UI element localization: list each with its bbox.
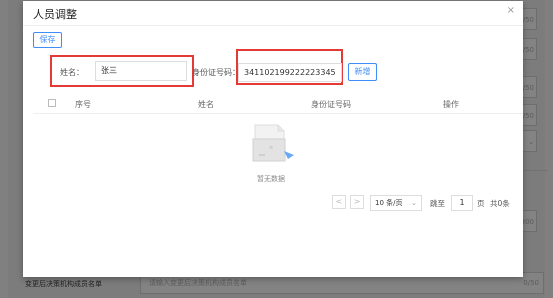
bottom-field-label: 变更后决策机构成员名单	[25, 280, 102, 288]
total-count: 共0条	[490, 199, 510, 208]
column-header-actions: 操作	[443, 100, 459, 109]
table-header: 序号 姓名 身份证号码 操作	[33, 95, 523, 114]
page-size-value: 10 条/页	[375, 199, 403, 207]
bottom-field-placeholder: 请输入变更后决策机构成员名单	[149, 279, 247, 287]
page-suffix-label: 页	[477, 199, 485, 208]
column-header-index: 序号	[75, 100, 91, 109]
person-adjust-dialog: 人员调整 × 保存 姓名： 张三 身份证号码： 3411021992222233…	[23, 1, 523, 277]
empty-data-text: 暂无数据	[257, 175, 285, 183]
save-button[interactable]: 保存	[33, 32, 62, 48]
bottom-field-counter: 0/50	[523, 279, 539, 287]
jump-to-input[interactable]: 1	[451, 195, 473, 211]
select-all-checkbox[interactable]	[48, 99, 56, 107]
id-number-input[interactable]: 341102199222223345	[238, 63, 342, 82]
next-page-button[interactable]: >	[350, 195, 364, 209]
jump-to-label: 跳至	[430, 199, 445, 208]
divider	[23, 25, 523, 26]
chevron-down-icon: ⌄	[528, 138, 534, 146]
empty-data-icon: ≡	[252, 124, 294, 162]
name-input[interactable]: 张三	[95, 61, 187, 81]
chevron-down-icon: ⌄	[411, 199, 417, 207]
page-size-select[interactable]: 10 条/页 ⌄	[370, 195, 422, 211]
prev-page-button[interactable]: <	[332, 195, 346, 209]
close-icon[interactable]: ×	[507, 5, 515, 16]
add-button[interactable]: 新增	[348, 63, 377, 81]
column-header-name: 姓名	[198, 100, 214, 109]
column-header-id-number: 身份证号码	[311, 100, 351, 109]
dialog-title: 人员调整	[33, 8, 77, 21]
name-label: 姓名：	[60, 68, 84, 77]
id-number-label: 身份证号码：	[192, 68, 240, 77]
svg-text:≡: ≡	[269, 145, 273, 151]
